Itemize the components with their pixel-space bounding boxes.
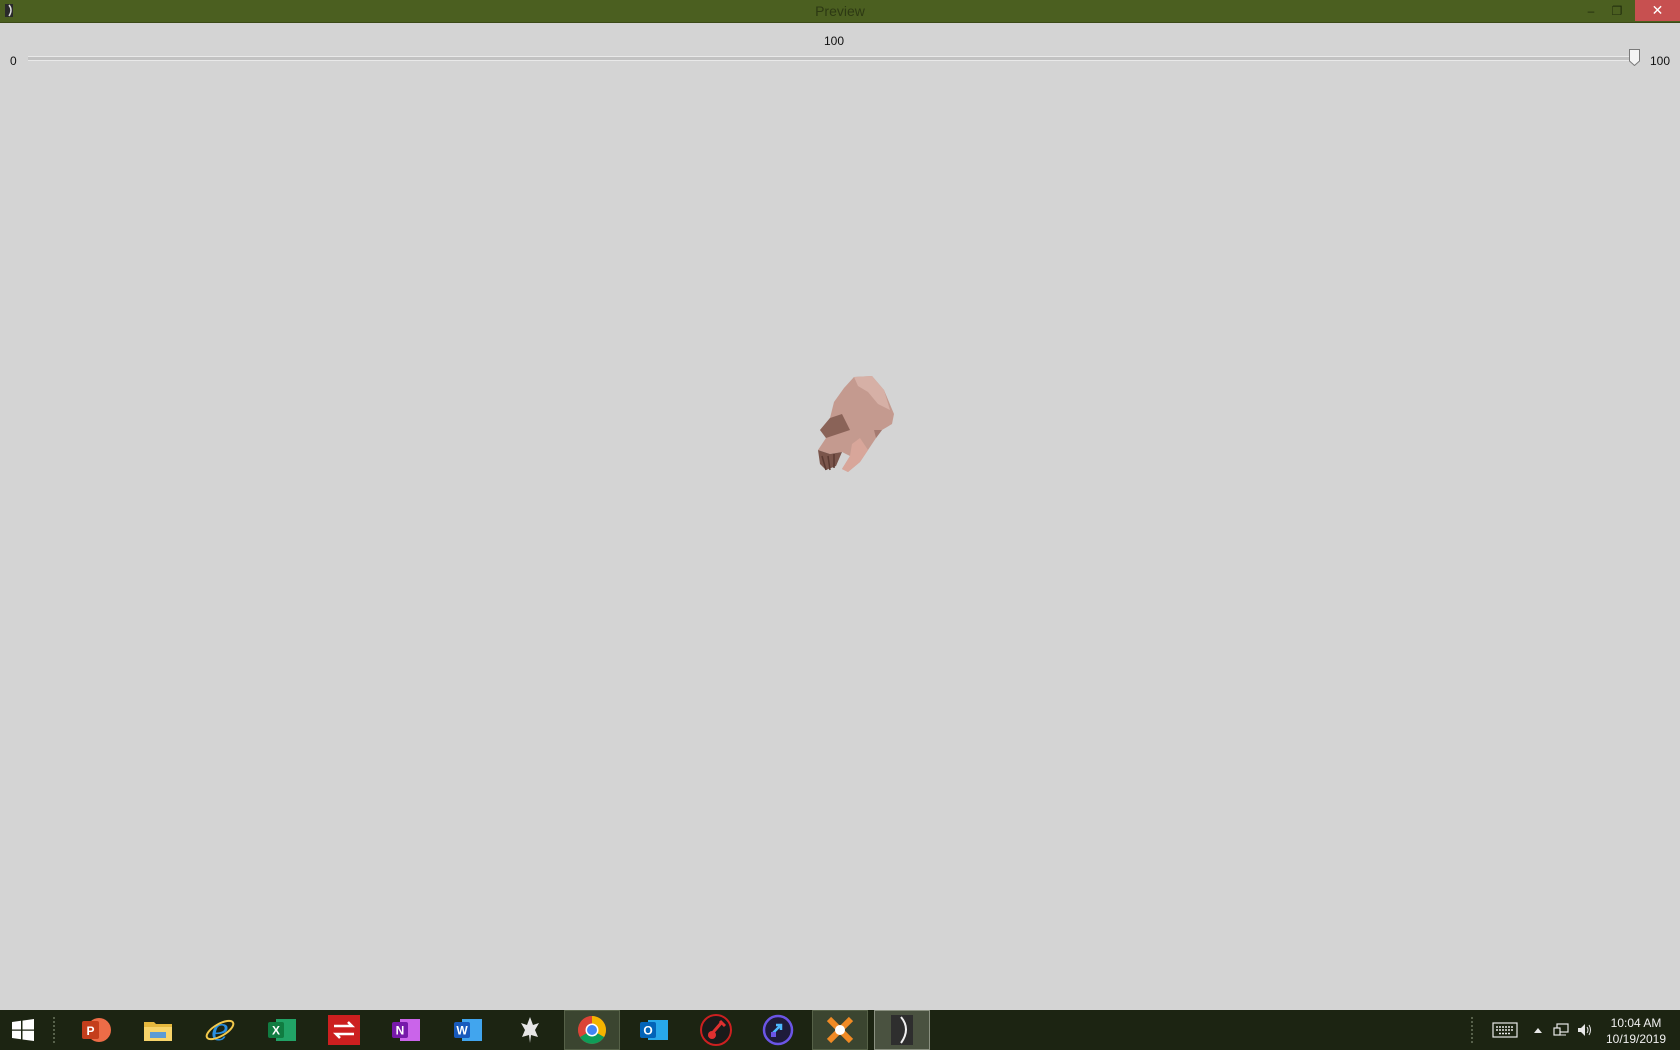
taskbar-app-chrome[interactable] bbox=[564, 1010, 620, 1050]
taskbar-app-preview[interactable] bbox=[874, 1010, 930, 1050]
onenote-letter: N bbox=[396, 1024, 405, 1038]
taskbar-app-outlook[interactable]: O bbox=[626, 1010, 682, 1050]
touch-keyboard-button[interactable] bbox=[1488, 1010, 1522, 1050]
close-button[interactable]: ✕ bbox=[1635, 0, 1680, 21]
transfer-arrows-icon bbox=[328, 1015, 360, 1045]
outlook-letter: O bbox=[643, 1024, 652, 1038]
window-title-bar[interactable]: Preview – ❐ ✕ bbox=[0, 0, 1680, 23]
taskbar-app-skyrim[interactable] bbox=[502, 1010, 558, 1050]
3d-model bbox=[818, 376, 894, 472]
taskbar-grip[interactable] bbox=[52, 1016, 56, 1044]
preview-viewport[interactable] bbox=[0, 72, 1680, 1010]
taskbar-app-blender[interactable] bbox=[812, 1010, 868, 1050]
keyboard-icon bbox=[1492, 1022, 1518, 1038]
taskbar-app-excel[interactable]: X bbox=[254, 1010, 310, 1050]
slider-track[interactable] bbox=[28, 56, 1634, 61]
preview-app-icon bbox=[891, 1015, 913, 1045]
restore-icon: ❐ bbox=[1611, 3, 1623, 18]
show-hidden-icons-button[interactable] bbox=[1528, 1010, 1548, 1050]
taskbar-app-onenote[interactable]: N bbox=[378, 1010, 434, 1050]
volume-icon bbox=[1578, 1024, 1591, 1036]
taskbar-app-guitar[interactable] bbox=[688, 1010, 744, 1050]
restore-button[interactable]: ❐ bbox=[1604, 0, 1630, 21]
word-letter: W bbox=[456, 1024, 468, 1038]
word-icon: W bbox=[454, 1019, 482, 1041]
slider-panel: 100 0 100 bbox=[0, 22, 1680, 72]
volume-button[interactable] bbox=[1574, 1010, 1596, 1050]
minimize-icon: – bbox=[1587, 3, 1595, 18]
taskbar-app-internet-explorer[interactable]: e bbox=[192, 1010, 248, 1050]
blender-icon bbox=[826, 1016, 854, 1044]
onenote-icon: N bbox=[392, 1019, 420, 1041]
ie-letter: e bbox=[211, 1014, 229, 1046]
taskbar-app-powerpoint[interactable]: P bbox=[68, 1010, 124, 1050]
slider-max-label: 100 bbox=[1650, 54, 1671, 68]
slider-thumb[interactable] bbox=[1628, 49, 1640, 66]
outlook-icon: O bbox=[640, 1020, 668, 1040]
window-title: Preview bbox=[815, 3, 865, 19]
guitar-icon bbox=[700, 1014, 732, 1046]
excel-icon: X bbox=[268, 1019, 296, 1041]
network-button[interactable] bbox=[1550, 1010, 1572, 1050]
network-icon bbox=[1553, 1023, 1569, 1036]
clock-time: 10:04 AM bbox=[1610, 1016, 1662, 1030]
chevron-up-icon bbox=[1534, 1028, 1542, 1033]
taskbar-app-shape[interactable] bbox=[750, 1010, 806, 1050]
slider-current-value: 100 bbox=[823, 34, 845, 48]
skyrim-icon bbox=[521, 1017, 539, 1043]
windows-icon bbox=[12, 1019, 34, 1041]
taskbar-app-transfer[interactable] bbox=[316, 1010, 372, 1050]
slider-min-label: 0 bbox=[10, 54, 17, 68]
taskbar: P e X N W O 10:04 AM 10/19/2019 bbox=[0, 1010, 1680, 1050]
internet-explorer-icon: e bbox=[205, 1014, 235, 1046]
clock-date: 10/19/2019 bbox=[1605, 1032, 1667, 1046]
system-clock[interactable]: 10:04 AM 10/19/2019 bbox=[1596, 1015, 1676, 1047]
taskbar-app-file-explorer[interactable] bbox=[130, 1010, 186, 1050]
excel-letter: X bbox=[272, 1024, 280, 1038]
taskbar-app-word[interactable]: W bbox=[440, 1010, 496, 1050]
folder-icon bbox=[144, 1022, 172, 1041]
minimize-button[interactable]: – bbox=[1578, 0, 1604, 21]
start-button[interactable] bbox=[0, 1010, 46, 1050]
tray-grip[interactable] bbox=[1470, 1016, 1474, 1044]
close-icon: ✕ bbox=[1651, 2, 1664, 18]
shape-arrow-icon bbox=[762, 1014, 794, 1046]
powerpoint-icon: P bbox=[82, 1018, 111, 1042]
powerpoint-letter: P bbox=[86, 1024, 94, 1038]
chrome-icon bbox=[578, 1016, 606, 1044]
